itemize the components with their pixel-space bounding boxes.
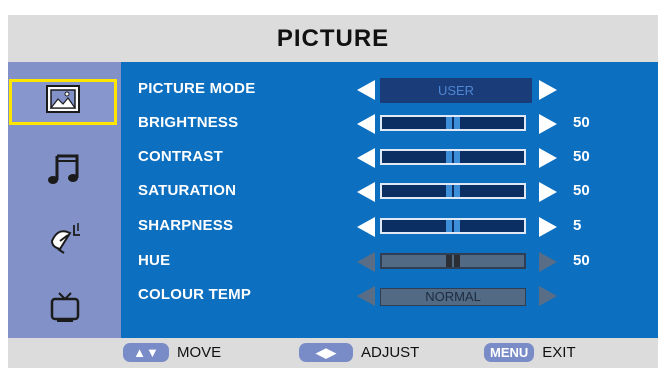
setting-contrast[interactable]: CONTRAST 50	[121, 146, 658, 170]
decrease-arrow-icon[interactable]	[357, 182, 375, 202]
setting-label: BRIGHTNESS	[138, 114, 239, 131]
setting-label: PICTURE MODE	[138, 80, 256, 97]
slider-thumb[interactable]	[446, 220, 460, 232]
sidebar	[8, 62, 121, 338]
slider-thumb	[446, 255, 460, 267]
osd-menu: PICTURE PICTURE MODE USER BRIGHTNESS 50 …	[8, 15, 658, 368]
setting-brightness[interactable]: BRIGHTNESS 50	[121, 112, 658, 136]
contrast-slider[interactable]	[380, 149, 526, 165]
decrease-arrow-icon	[357, 286, 375, 306]
increase-arrow-icon	[539, 252, 557, 272]
up-down-arrows-icon: ▲▼	[123, 343, 169, 362]
setting-picture-mode[interactable]: PICTURE MODE USER	[121, 78, 658, 103]
setting-label: COLOUR TEMP	[138, 286, 252, 303]
settings-panel: PICTURE MODE USER BRIGHTNESS 50 CONTRAST…	[121, 62, 658, 338]
sharpness-slider[interactable]	[380, 218, 526, 234]
decrease-arrow-icon[interactable]	[357, 80, 375, 100]
hint-label: ADJUST	[361, 344, 420, 361]
slider-thumb[interactable]	[446, 185, 460, 197]
decrease-arrow-icon[interactable]	[357, 217, 375, 237]
setting-value: 50	[573, 148, 590, 165]
slider-thumb[interactable]	[446, 151, 460, 163]
setting-value: 5	[573, 217, 582, 234]
picture-mode-value[interactable]: USER	[380, 78, 532, 103]
setting-label: SHARPNESS	[138, 217, 234, 234]
footer-hints: ▲▼ MOVE ◀▶ ADJUST MENU EXIT	[8, 338, 658, 368]
decrease-arrow-icon	[357, 252, 375, 272]
sidebar-item-sound[interactable]	[8, 148, 121, 194]
setting-sharpness[interactable]: SHARPNESS 5	[121, 215, 658, 239]
increase-arrow-icon[interactable]	[539, 148, 557, 168]
saturation-slider[interactable]	[380, 183, 526, 199]
setting-value: 50	[573, 114, 590, 131]
setting-saturation[interactable]: SATURATION 50	[121, 180, 658, 204]
satellite-dish-icon	[46, 221, 84, 260]
music-note-icon	[47, 152, 83, 191]
setting-label: SATURATION	[138, 182, 237, 199]
setting-value: 50	[573, 252, 590, 269]
brightness-slider[interactable]	[380, 115, 526, 131]
increase-arrow-icon[interactable]	[539, 217, 557, 237]
increase-arrow-icon[interactable]	[539, 182, 557, 202]
hue-slider	[380, 253, 526, 269]
hint-label: MOVE	[177, 344, 222, 361]
decrease-arrow-icon[interactable]	[357, 114, 375, 134]
increase-arrow-icon[interactable]	[539, 80, 557, 100]
setting-hue: HUE 50	[121, 250, 658, 274]
menu-key: MENU	[484, 343, 535, 362]
colour-temp-value: NORMAL	[380, 288, 526, 306]
hint-label: EXIT	[542, 344, 576, 361]
left-right-arrows-icon: ◀▶	[299, 343, 353, 362]
menu-title: PICTURE	[276, 25, 390, 52]
tv-icon	[47, 289, 83, 330]
sidebar-item-picture[interactable]	[9, 79, 117, 125]
slider-thumb[interactable]	[446, 117, 460, 129]
increase-arrow-icon[interactable]	[539, 114, 557, 134]
setting-label: HUE	[138, 252, 171, 269]
picture-icon	[43, 84, 83, 121]
setting-label: CONTRAST	[138, 148, 223, 165]
setting-colour-temp: COLOUR TEMP NORMAL	[121, 284, 658, 308]
hint-move: ▲▼ MOVE	[123, 343, 221, 362]
hint-adjust: ◀▶ ADJUST	[299, 343, 419, 362]
increase-arrow-icon	[539, 286, 557, 306]
decrease-arrow-icon[interactable]	[357, 148, 375, 168]
sidebar-item-tv[interactable]	[8, 286, 121, 332]
sidebar-item-channel[interactable]	[8, 217, 121, 263]
setting-value: 50	[573, 182, 590, 199]
hint-exit: MENU EXIT	[484, 343, 576, 362]
